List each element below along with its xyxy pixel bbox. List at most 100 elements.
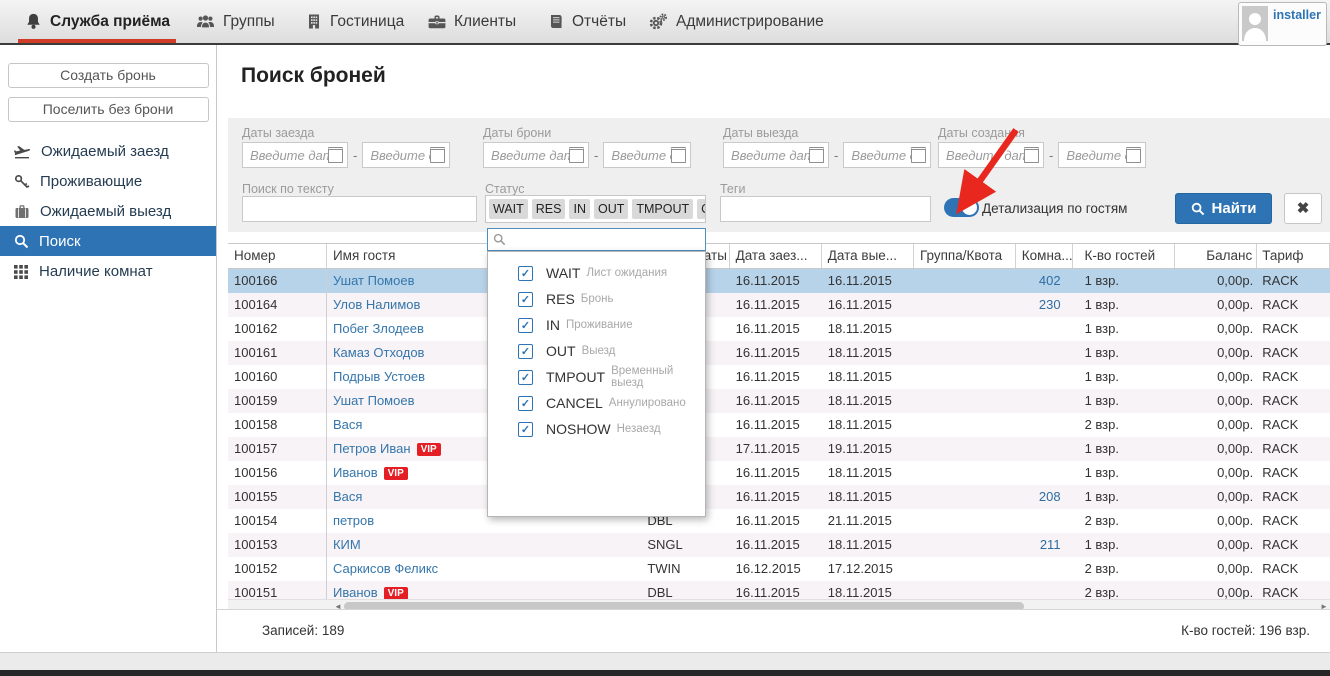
table-row[interactable]: 100152 Саркисов Феликс TWIN 16.12.2015 1… [228,557,1330,581]
guest-name-link[interactable]: Вася [333,489,362,504]
arrival-date-to-input[interactable]: Введите дат [362,142,451,168]
guest-name-link[interactable]: Улов Налимов [333,297,420,312]
departure-date-from-input[interactable]: Введите дату [723,142,829,168]
booking-date-from-input[interactable]: Введите дату [483,142,589,168]
creation-date-to-input[interactable]: Введите дат [1058,142,1147,168]
calendar-icon[interactable] [911,147,927,163]
guest-name-link[interactable]: Вася [333,417,362,432]
table-row[interactable]: 100154 петров DBL 16.11.2015 21.11.2015 … [228,509,1330,533]
guest-name-link[interactable]: Камаз Отходов [333,345,424,360]
table-row[interactable]: 100156 Иванов VIP 16.11.2015 18.11.2015 1… [228,461,1330,485]
find-button[interactable]: Найти [1175,193,1272,224]
status-chip[interactable]: IN [569,199,590,219]
tags-input[interactable] [720,196,931,222]
sidebar-item-expected-arrival[interactable]: Ожидаемый заезд [0,136,216,166]
calendar-icon[interactable] [430,147,446,163]
text-search-input[interactable] [242,196,477,222]
create-booking-button[interactable]: Создать бронь [7,63,209,88]
tab-reports[interactable]: Отчёты [548,0,626,43]
status-dropdown-search-input[interactable] [510,231,705,248]
table-row[interactable]: 100151 Иванов VIP DBL 16.11.2015 18.11.20… [228,581,1330,599]
column-header-arrival[interactable]: Дата заез... [730,244,822,268]
guest-name-link[interactable]: петров [333,513,374,528]
tab-front-desk[interactable]: Служба приёма [25,0,170,43]
cell-room-number [1016,365,1073,389]
status-dropdown-search[interactable] [487,228,706,251]
status-option[interactable]: ✓ OUT Выезд [488,338,705,364]
column-header-number[interactable]: Номер [228,244,327,268]
tab-hotel[interactable]: Гостиница [306,0,404,43]
guest-name-link[interactable]: Петров Иван [333,441,411,456]
calendar-icon[interactable] [569,147,584,163]
sidebar-item-room-availability[interactable]: Наличие комнат [0,256,216,286]
results-table: Номер Имя гостя Тип комнаты Дата заез...… [228,243,1330,613]
checkbox-checked-icon[interactable]: ✓ [518,291,533,307]
table-row[interactable]: 100153 КИМ SNGL 16.11.2015 18.11.2015 21… [228,533,1330,557]
table-row[interactable]: 100160 Подрыв Устоев 16.11.2015 18.11.20… [228,365,1330,389]
checkbox-checked-icon[interactable]: ✓ [518,265,533,281]
sidebar-item-expected-departure[interactable]: Ожидаемый выезд [0,196,216,226]
guest-name-link[interactable]: Подрыв Устоев [333,369,425,384]
arrival-date-from-input[interactable]: Введите дату [242,142,348,168]
checkbox-checked-icon[interactable]: ✓ [518,369,533,385]
checkin-without-booking-button[interactable]: Поселить без брони [7,97,209,122]
cell-group-quota [914,341,1016,365]
column-header-balance[interactable]: Баланс [1175,244,1258,268]
cell-arrival-date: 16.11.2015 [735,537,800,552]
guest-detail-toggle[interactable] [944,198,979,217]
tab-label: Клиенты [454,12,517,30]
checkbox-checked-icon[interactable]: ✓ [518,317,533,333]
table-row[interactable]: 100155 Вася 16.11.2015 18.11.2015 208 1 … [228,485,1330,509]
table-row[interactable]: 100157 Петров Иван VIP 17.11.2015 19.11.2… [228,437,1330,461]
tab-groups[interactable]: Группы [196,0,275,43]
table-row[interactable]: 100161 Камаз Отходов 16.11.2015 18.11.20… [228,341,1330,365]
status-option[interactable]: ✓ CANCEL Аннулировано [488,390,705,416]
status-option[interactable]: ✓ WAIT Лист ожидания [488,260,705,286]
status-chip[interactable]: WAIT [489,199,528,219]
column-header-guest-count[interactable]: К-во гостей [1073,244,1175,268]
status-chip[interactable]: OUT [593,199,629,219]
calendar-icon[interactable] [328,147,343,163]
guest-name-link[interactable]: Ушат Помоев [333,273,415,288]
tab-administration[interactable]: Администрирование [648,0,824,43]
checkbox-checked-icon[interactable]: ✓ [518,395,533,411]
table-row[interactable]: 100162 Побег Злодеев 16.11.2015 18.11.20… [228,317,1330,341]
guest-name-link[interactable]: Саркисов Феликс [333,561,438,576]
checkbox-checked-icon[interactable]: ✓ [518,343,533,359]
status-option-description: Выезд [581,345,616,357]
booking-date-to-input[interactable]: Введите дат [603,142,692,168]
guest-name-link[interactable]: Побег Злодеев [333,321,424,336]
guest-name-link[interactable]: Иванов [333,465,378,480]
table-row[interactable]: 100158 Вася 16.11.2015 18.11.2015 2 взр.… [228,413,1330,437]
tab-clients[interactable]: Клиенты [428,0,516,43]
column-header-room[interactable]: Комна... [1016,244,1073,268]
user-account-box[interactable]: installer [1238,2,1327,46]
creation-date-from-input[interactable]: Введите дату [938,142,1044,168]
guest-name-link[interactable]: Ушат Помоев [333,393,415,408]
column-header-departure[interactable]: Дата вые... [822,244,914,268]
status-option[interactable]: ✓ RES Бронь [488,286,705,312]
table-row[interactable]: 100159 Ушат Помоев 16.11.2015 18.11.2015… [228,389,1330,413]
departure-date-to-input[interactable]: Введите дат [843,142,932,168]
table-row[interactable]: 100166 Ушат Помоев 16.11.2015 16.11.2015… [228,269,1330,293]
status-chip[interactable]: RES [531,199,566,219]
column-header-rate[interactable]: Тариф [1257,244,1330,268]
sidebar-item-in-house[interactable]: Проживающие [0,166,216,196]
table-row[interactable]: 100164 Улов Налимов 16.11.2015 16.11.201… [228,293,1330,317]
sidebar-item-search[interactable]: Поиск [0,226,216,256]
status-multiselect[interactable]: WAITRESINOUTTMPOUTCANCEL [485,195,706,223]
status-option[interactable]: ✓ NOSHOW Незаезд [488,416,705,442]
status-option[interactable]: ✓ IN Проживание [488,312,705,338]
clear-filters-button[interactable]: ✖ [1284,193,1322,224]
calendar-icon[interactable] [671,147,687,163]
status-chip[interactable]: CANCEL [697,199,705,219]
checkbox-checked-icon[interactable]: ✓ [518,421,533,437]
guest-name-link[interactable]: Иванов [333,585,378,599]
calendar-icon[interactable] [1024,147,1039,163]
calendar-icon[interactable] [809,147,824,163]
column-header-group-quota[interactable]: Группа/Квота [914,244,1016,268]
status-option[interactable]: ✓ TMPOUT Временный выезд [488,364,705,390]
calendar-icon[interactable] [1126,147,1142,163]
guest-name-link[interactable]: КИМ [333,537,361,552]
status-chip[interactable]: TMPOUT [632,199,694,219]
